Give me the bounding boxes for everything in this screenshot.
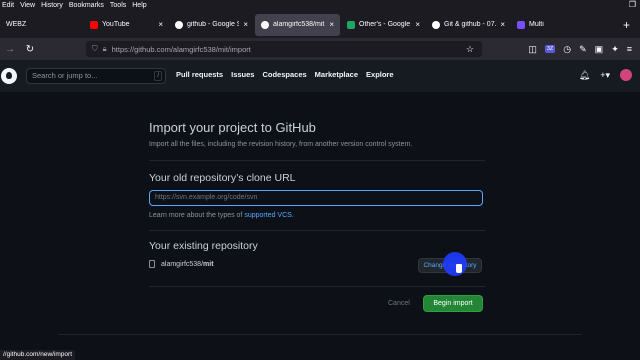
tab-webz[interactable]: WEBZ	[0, 11, 84, 38]
clone-url-heading: Your old repository’s clone URL	[149, 172, 296, 184]
screen-icon[interactable]: ▣	[595, 44, 604, 55]
url-text: https://github.com/alamgirfc538/mit/impo…	[111, 44, 251, 54]
menu-icon[interactable]: ≡	[627, 44, 632, 54]
nav-issues[interactable]: Issues	[231, 70, 254, 79]
bookmark-star-icon[interactable]: ☆	[466, 44, 474, 55]
tab-label: Multi	[529, 21, 544, 28]
menu-edit[interactable]: Edit	[2, 0, 14, 11]
nav-explore[interactable]: Explore	[366, 70, 394, 79]
learn-suffix: .	[291, 212, 294, 219]
close-icon[interactable]: ×	[243, 20, 248, 29]
cancel-button[interactable]: Cancel	[388, 300, 410, 307]
sync-icon[interactable]: ◷	[563, 44, 571, 55]
avatar[interactable]	[620, 69, 632, 81]
learn-prefix: Learn more about the types of	[149, 212, 245, 219]
nav-marketplace[interactable]: Marketplace	[315, 70, 358, 79]
existing-repo: alamgirfc538/mit	[149, 260, 214, 268]
pocket-icon[interactable]: ◫	[528, 44, 537, 55]
extensions-icon[interactable]: ✦	[611, 44, 619, 55]
divider	[149, 286, 485, 287]
plus-icon[interactable]: +▾	[600, 70, 610, 81]
tab-multi[interactable]: Multi	[511, 11, 596, 38]
reload-icon[interactable]: ↻	[20, 44, 40, 55]
close-icon[interactable]: ×	[500, 20, 505, 29]
search-placeholder: Search or jump to...	[32, 71, 98, 80]
tab-label: WEBZ	[6, 21, 27, 28]
shield-icon: ⛉	[92, 44, 98, 53]
forward-icon[interactable]: →	[0, 44, 20, 55]
tab-label: github - Google Sea	[187, 21, 240, 28]
tab-google-drive[interactable]: Other's - Google Dr ×	[341, 11, 426, 38]
page-subtitle: Import all the files, including the revi…	[149, 141, 413, 148]
search-input[interactable]: Search or jump to... /	[26, 68, 166, 84]
divider	[149, 230, 485, 231]
tab-label: Other's - Google Dr	[359, 21, 411, 28]
nav-codespaces[interactable]: Codespaces	[262, 70, 306, 79]
menu-help[interactable]: Help	[132, 0, 146, 11]
tools-icon[interactable]: ✎	[579, 44, 587, 55]
google-icon	[175, 20, 183, 29]
bell-icon[interactable]: 🔔︎	[579, 70, 590, 81]
close-icon[interactable]: ×	[158, 20, 163, 29]
footer-divider	[58, 334, 582, 335]
tab-label: alamgirfc538/mit:	[273, 21, 326, 28]
menu-history[interactable]: History	[41, 0, 63, 11]
repo-icon	[149, 260, 155, 268]
tab-github-mit[interactable]: alamgirfc538/mit: ×	[255, 13, 340, 36]
learn-more-text: Learn more about the types of supported …	[149, 212, 294, 219]
multi-icon	[517, 20, 525, 29]
tab-youtube[interactable]: YouTube ×	[84, 11, 169, 38]
repo-owner: alamgirfc538/	[161, 260, 204, 268]
tab-git-github[interactable]: Git & github - 07. Git & ×	[426, 11, 511, 38]
github-header: Search or jump to... / Pull requests Iss…	[0, 60, 640, 92]
github-logo-icon[interactable]	[1, 68, 17, 84]
repo-name: mit	[203, 260, 214, 268]
import-intro: Import your project to GitHub Import all…	[149, 120, 485, 148]
status-url: //github.com/new/import	[0, 350, 76, 360]
divider	[149, 160, 485, 161]
github-icon	[261, 20, 269, 29]
browser-menubar: Edit View History Bookmarks Tools Help	[0, 0, 640, 11]
youtube-icon	[90, 20, 98, 29]
github-nav: Pull requests Issues Codespaces Marketpl…	[176, 70, 394, 79]
menu-view[interactable]: View	[20, 0, 35, 11]
supported-vcs-link[interactable]: supported VCS	[244, 212, 291, 219]
close-icon[interactable]: ×	[329, 20, 334, 29]
tab-strip: WEBZ YouTube × github - Google Sea × ala…	[0, 11, 640, 38]
restore-window-icon[interactable]: ❐	[629, 0, 636, 9]
header-actions: 🔔︎ +▾	[579, 69, 632, 81]
tab-google-search[interactable]: github - Google Sea ×	[169, 11, 254, 38]
page-title: Import your project to GitHub	[149, 120, 316, 135]
tab-label: Git & github - 07. Git &	[444, 21, 497, 28]
cursor-highlight-icon	[443, 252, 467, 276]
clone-url-input[interactable]: https://svn.example.org/code/svn	[149, 190, 483, 206]
google-drive-icon	[347, 20, 355, 29]
browser-navbar: → ↻ ⛉ 🔒︎ https://github.com/alamgirfc538…	[0, 38, 640, 60]
address-bar[interactable]: ⛉ 🔒︎ https://github.com/alamgirfc538/mit…	[86, 41, 482, 57]
extension-badge-icon[interactable]: 3Z	[544, 45, 556, 53]
lock-icon: 🔒︎	[102, 44, 107, 53]
search-shortcut: /	[154, 71, 162, 81]
menu-tools[interactable]: Tools	[110, 0, 126, 11]
close-icon[interactable]: ×	[415, 20, 420, 29]
tab-label: YouTube	[102, 21, 130, 28]
nav-pull-requests[interactable]: Pull requests	[176, 70, 223, 79]
menu-bookmarks[interactable]: Bookmarks	[69, 0, 104, 11]
extensions-toolbar: ◫ 3Z ◷ ✎ ▣ ✦ ≡	[528, 41, 632, 57]
new-tab-icon[interactable]: +	[623, 18, 630, 32]
begin-import-button[interactable]: Begin import	[423, 295, 483, 312]
github-icon	[432, 20, 440, 29]
existing-repo-heading: Your existing repository	[149, 240, 258, 252]
